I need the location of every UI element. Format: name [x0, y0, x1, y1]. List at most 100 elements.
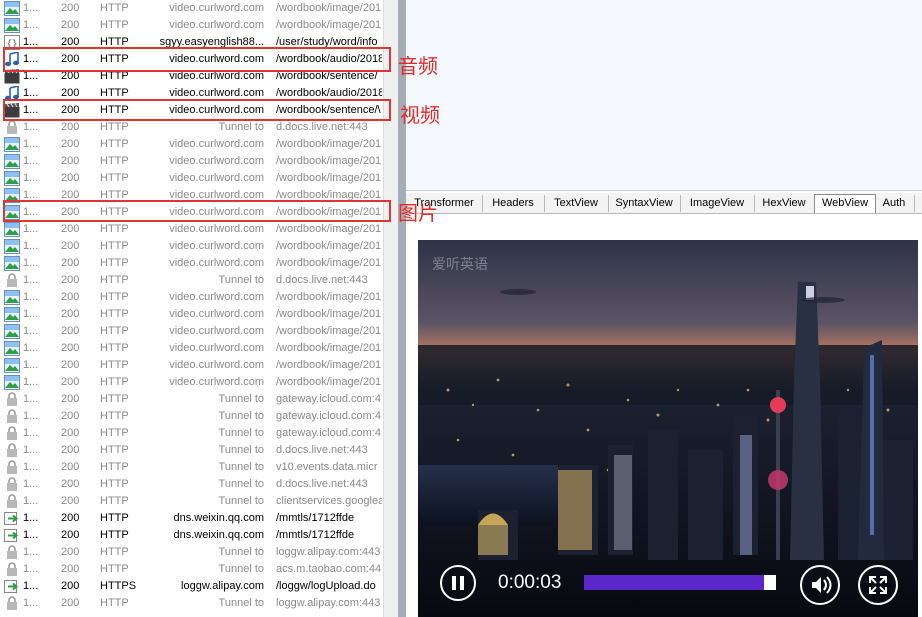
lock-icon: [4, 460, 20, 475]
session-protocol: HTTPS: [100, 580, 137, 592]
session-number: 1...: [23, 342, 39, 354]
session-url: /wordbook/image/201: [276, 325, 382, 337]
volume-button[interactable]: [800, 565, 840, 605]
tab-hexview[interactable]: HexView: [754, 195, 815, 212]
sessions-scrollbar[interactable]: [383, 0, 399, 617]
session-row[interactable]: 1... 200 HTTP video.curlword.com/wordbook/i…: [0, 289, 383, 306]
image-annotation: 图片: [398, 201, 438, 225]
session-row[interactable]: 1... 200 HTTP video.curlword.com/wordbook/i…: [0, 323, 383, 340]
image-icon: [4, 358, 20, 373]
session-result: 200: [61, 121, 80, 133]
session-url: /wordbook/image/201: [276, 172, 382, 184]
session-row[interactable]: 1... 200 HTTP dns.weixin.qq.com/mmtls/1712f…: [0, 510, 383, 527]
progress-bar[interactable]: [584, 575, 776, 590]
session-host: dns.weixin.qq.com: [173, 512, 265, 524]
session-host: Tunnel to: [218, 597, 264, 609]
audio-highlight-box: [3, 47, 391, 72]
session-row[interactable]: 1... 200 HTTP video.curlword.com/wordbook/i…: [0, 238, 383, 255]
session-row[interactable]: 1... 200 HTTP Tunnel to d.docs.live.net:443: [0, 272, 383, 289]
session-result: 200: [61, 376, 80, 388]
session-row[interactable]: 1... 200 HTTP Tunnel to gateway.icloud.com:4: [0, 391, 383, 408]
session-url: d.docs.live.net:443: [276, 121, 368, 133]
session-url: /wordbook/image/201: [276, 308, 382, 320]
session-row[interactable]: 1... 200 HTTP video.curlword.com/wordbook/i…: [0, 221, 383, 238]
session-number: 1...: [23, 19, 39, 31]
session-host: Tunnel to: [218, 427, 264, 439]
session-protocol: HTTP: [100, 495, 129, 507]
session-protocol: HTTP: [100, 274, 129, 286]
session-protocol: HTTP: [100, 342, 129, 354]
session-row[interactable]: 1... 200 HTTP video.curlword.com/wordbook/i…: [0, 0, 383, 17]
session-number: 1...: [23, 393, 39, 405]
session-protocol: HTTP: [100, 546, 129, 558]
session-url: /wordbook/image/201: [276, 2, 382, 14]
session-result: 200: [61, 461, 80, 473]
session-result: 200: [61, 393, 80, 405]
session-row[interactable]: 1... 200 HTTP video.curlword.com/wordbook/i…: [0, 357, 383, 374]
image-icon: [4, 171, 20, 186]
session-row[interactable]: 1... 200 HTTP Tunnel to d.docs.live.net:443: [0, 476, 383, 493]
image-icon: [4, 256, 20, 271]
session-protocol: HTTP: [100, 155, 129, 167]
session-row[interactable]: 1... 200 HTTP video.curlword.com/wordbook/i…: [0, 17, 383, 34]
tab-webview[interactable]: WebView: [814, 194, 876, 213]
tab-headers[interactable]: Headers: [482, 195, 545, 212]
session-protocol: HTTP: [100, 359, 129, 371]
session-result: 200: [61, 291, 80, 303]
session-number: 1...: [23, 461, 39, 473]
tab-auth[interactable]: Auth: [874, 195, 915, 212]
session-url: loggw.alipay.com:443: [276, 597, 381, 609]
session-row[interactable]: 1... 200 HTTP Tunnel to loggw.alipay.com:443: [0, 544, 383, 561]
session-protocol: HTTP: [100, 410, 129, 422]
lock-icon: [4, 596, 20, 611]
image-icon: [4, 222, 20, 237]
session-number: 1...: [23, 563, 39, 575]
lock-icon: [4, 273, 20, 288]
session-url: loggw.alipay.com:443: [276, 546, 381, 558]
session-row[interactable]: 1... 200 HTTP Tunnel to v10.events.data.micr: [0, 459, 383, 476]
session-row[interactable]: 1... 200 HTTP Tunnel to gateway.icloud.com:4: [0, 408, 383, 425]
session-row[interactable]: 1... 200 HTTP dns.weixin.qq.com/mmtls/1712f…: [0, 527, 383, 544]
session-result: 200: [61, 172, 80, 184]
session-host: video.curlword.com: [169, 291, 264, 303]
session-host: Tunnel to: [218, 121, 264, 133]
lock-icon: [4, 443, 20, 458]
tab-imageview[interactable]: ImageView: [680, 195, 755, 212]
session-row[interactable]: 1... 200 HTTP video.curlword.com/wordbook/i…: [0, 153, 383, 170]
lock-icon: [4, 477, 20, 492]
session-host: video.curlword.com: [169, 155, 264, 167]
session-row[interactable]: 1... 200 HTTP Tunnel to clientservices.googl…: [0, 493, 383, 510]
session-result: 200: [61, 342, 80, 354]
session-row[interactable]: 1... 200 HTTP Tunnel to gateway.icloud.com:4: [0, 425, 383, 442]
session-row[interactable]: 1... 200 HTTP video.curlword.com/wordbook/i…: [0, 374, 383, 391]
session-url: gateway.icloud.com:4: [276, 410, 381, 422]
session-row[interactable]: 1... 200 HTTP Tunnel to d.docs.live.net:443: [0, 119, 383, 136]
session-number: 1...: [23, 274, 39, 286]
pane-splitter[interactable]: [398, 0, 406, 617]
lock-icon: [4, 120, 20, 135]
session-host: loggw.alipay.com: [181, 580, 264, 592]
lock-icon: [4, 392, 20, 407]
lock-icon: [4, 562, 20, 577]
session-row[interactable]: 1... 200 HTTP video.curlword.com/wordbook/i…: [0, 340, 383, 357]
session-row[interactable]: 1... 200 HTTP video.curlword.com/wordbook/i…: [0, 306, 383, 323]
session-row[interactable]: 1... 200 HTTP video.curlword.com/wordbook/i…: [0, 255, 383, 272]
session-url: /mmtls/1712ffde: [276, 529, 355, 541]
session-row[interactable]: 1... 200 HTTP Tunnel to acs.m.taobao.com:44: [0, 561, 383, 578]
session-url: gateway.icloud.com:4: [276, 427, 381, 439]
session-url: /wordbook/image/201: [276, 376, 382, 388]
session-row[interactable]: 1... 200 HTTP video.curlword.com/wordbook/i…: [0, 136, 383, 153]
session-result: 200: [61, 223, 80, 235]
session-row[interactable]: 1... 200 HTTPS loggw.alipay.com/loggw/logUp…: [0, 578, 383, 595]
tab-textview[interactable]: TextView: [544, 195, 609, 212]
session-row[interactable]: 1... 200 HTTP Tunnel to d.docs.live.net:443: [0, 442, 383, 459]
pause-button[interactable]: [440, 565, 476, 601]
video-highlight-box: [3, 99, 391, 121]
session-row[interactable]: 1... 200 HTTP video.curlword.com/wordbook/i…: [0, 170, 383, 187]
session-row[interactable]: 1... 200 HTTP Tunnel to loggw.alipay.com:443: [0, 595, 383, 612]
session-protocol: HTTP: [100, 291, 129, 303]
session-host: video.curlword.com: [169, 223, 264, 235]
fullscreen-button[interactable]: [858, 565, 898, 605]
tab-syntaxview[interactable]: SyntaxView: [608, 195, 681, 212]
video-player[interactable]: 爱听英语 0:00:03: [418, 240, 918, 617]
